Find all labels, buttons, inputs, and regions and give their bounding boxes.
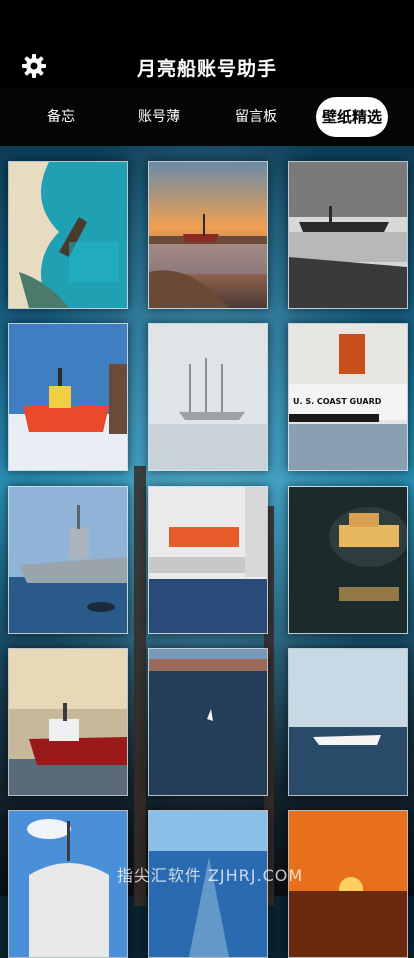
tab-message-board[interactable]: 留言板 [222, 97, 290, 137]
wallpaper-thumb[interactable] [8, 323, 128, 471]
tab-wallpapers[interactable]: 壁纸精选 [316, 97, 388, 137]
page-title: 月亮船账号助手 [136, 58, 277, 80]
wallpaper-thumb[interactable] [8, 486, 128, 634]
watermark: 指尖汇软件 ZJHRJ.COM [116, 866, 304, 885]
wallpaper-thumb[interactable] [148, 486, 268, 634]
wallpaper-thumb[interactable] [148, 648, 268, 796]
wallpaper-thumb[interactable] [288, 161, 408, 309]
wallpaper-thumb[interactable] [148, 161, 268, 309]
bg-mast [134, 466, 146, 906]
tab-memo[interactable]: 备忘 [30, 97, 92, 137]
wallpaper-thumb[interactable]: U. S. COAST GUARD [288, 323, 408, 471]
wallpaper-thumb[interactable] [288, 648, 408, 796]
tab-bar: 备忘 账号薄 留言板 壁纸精选 [0, 88, 414, 146]
coast-guard-caption: U. S. COAST GUARD [293, 397, 382, 406]
wallpaper-thumb[interactable] [288, 486, 408, 634]
app-header: 月亮船账号助手 [0, 0, 414, 88]
wallpaper-thumb[interactable] [8, 161, 128, 309]
wallpaper-thumb[interactable] [8, 648, 128, 796]
tab-accounts[interactable]: 账号薄 [124, 97, 194, 137]
wallpaper-thumb[interactable] [148, 323, 268, 471]
